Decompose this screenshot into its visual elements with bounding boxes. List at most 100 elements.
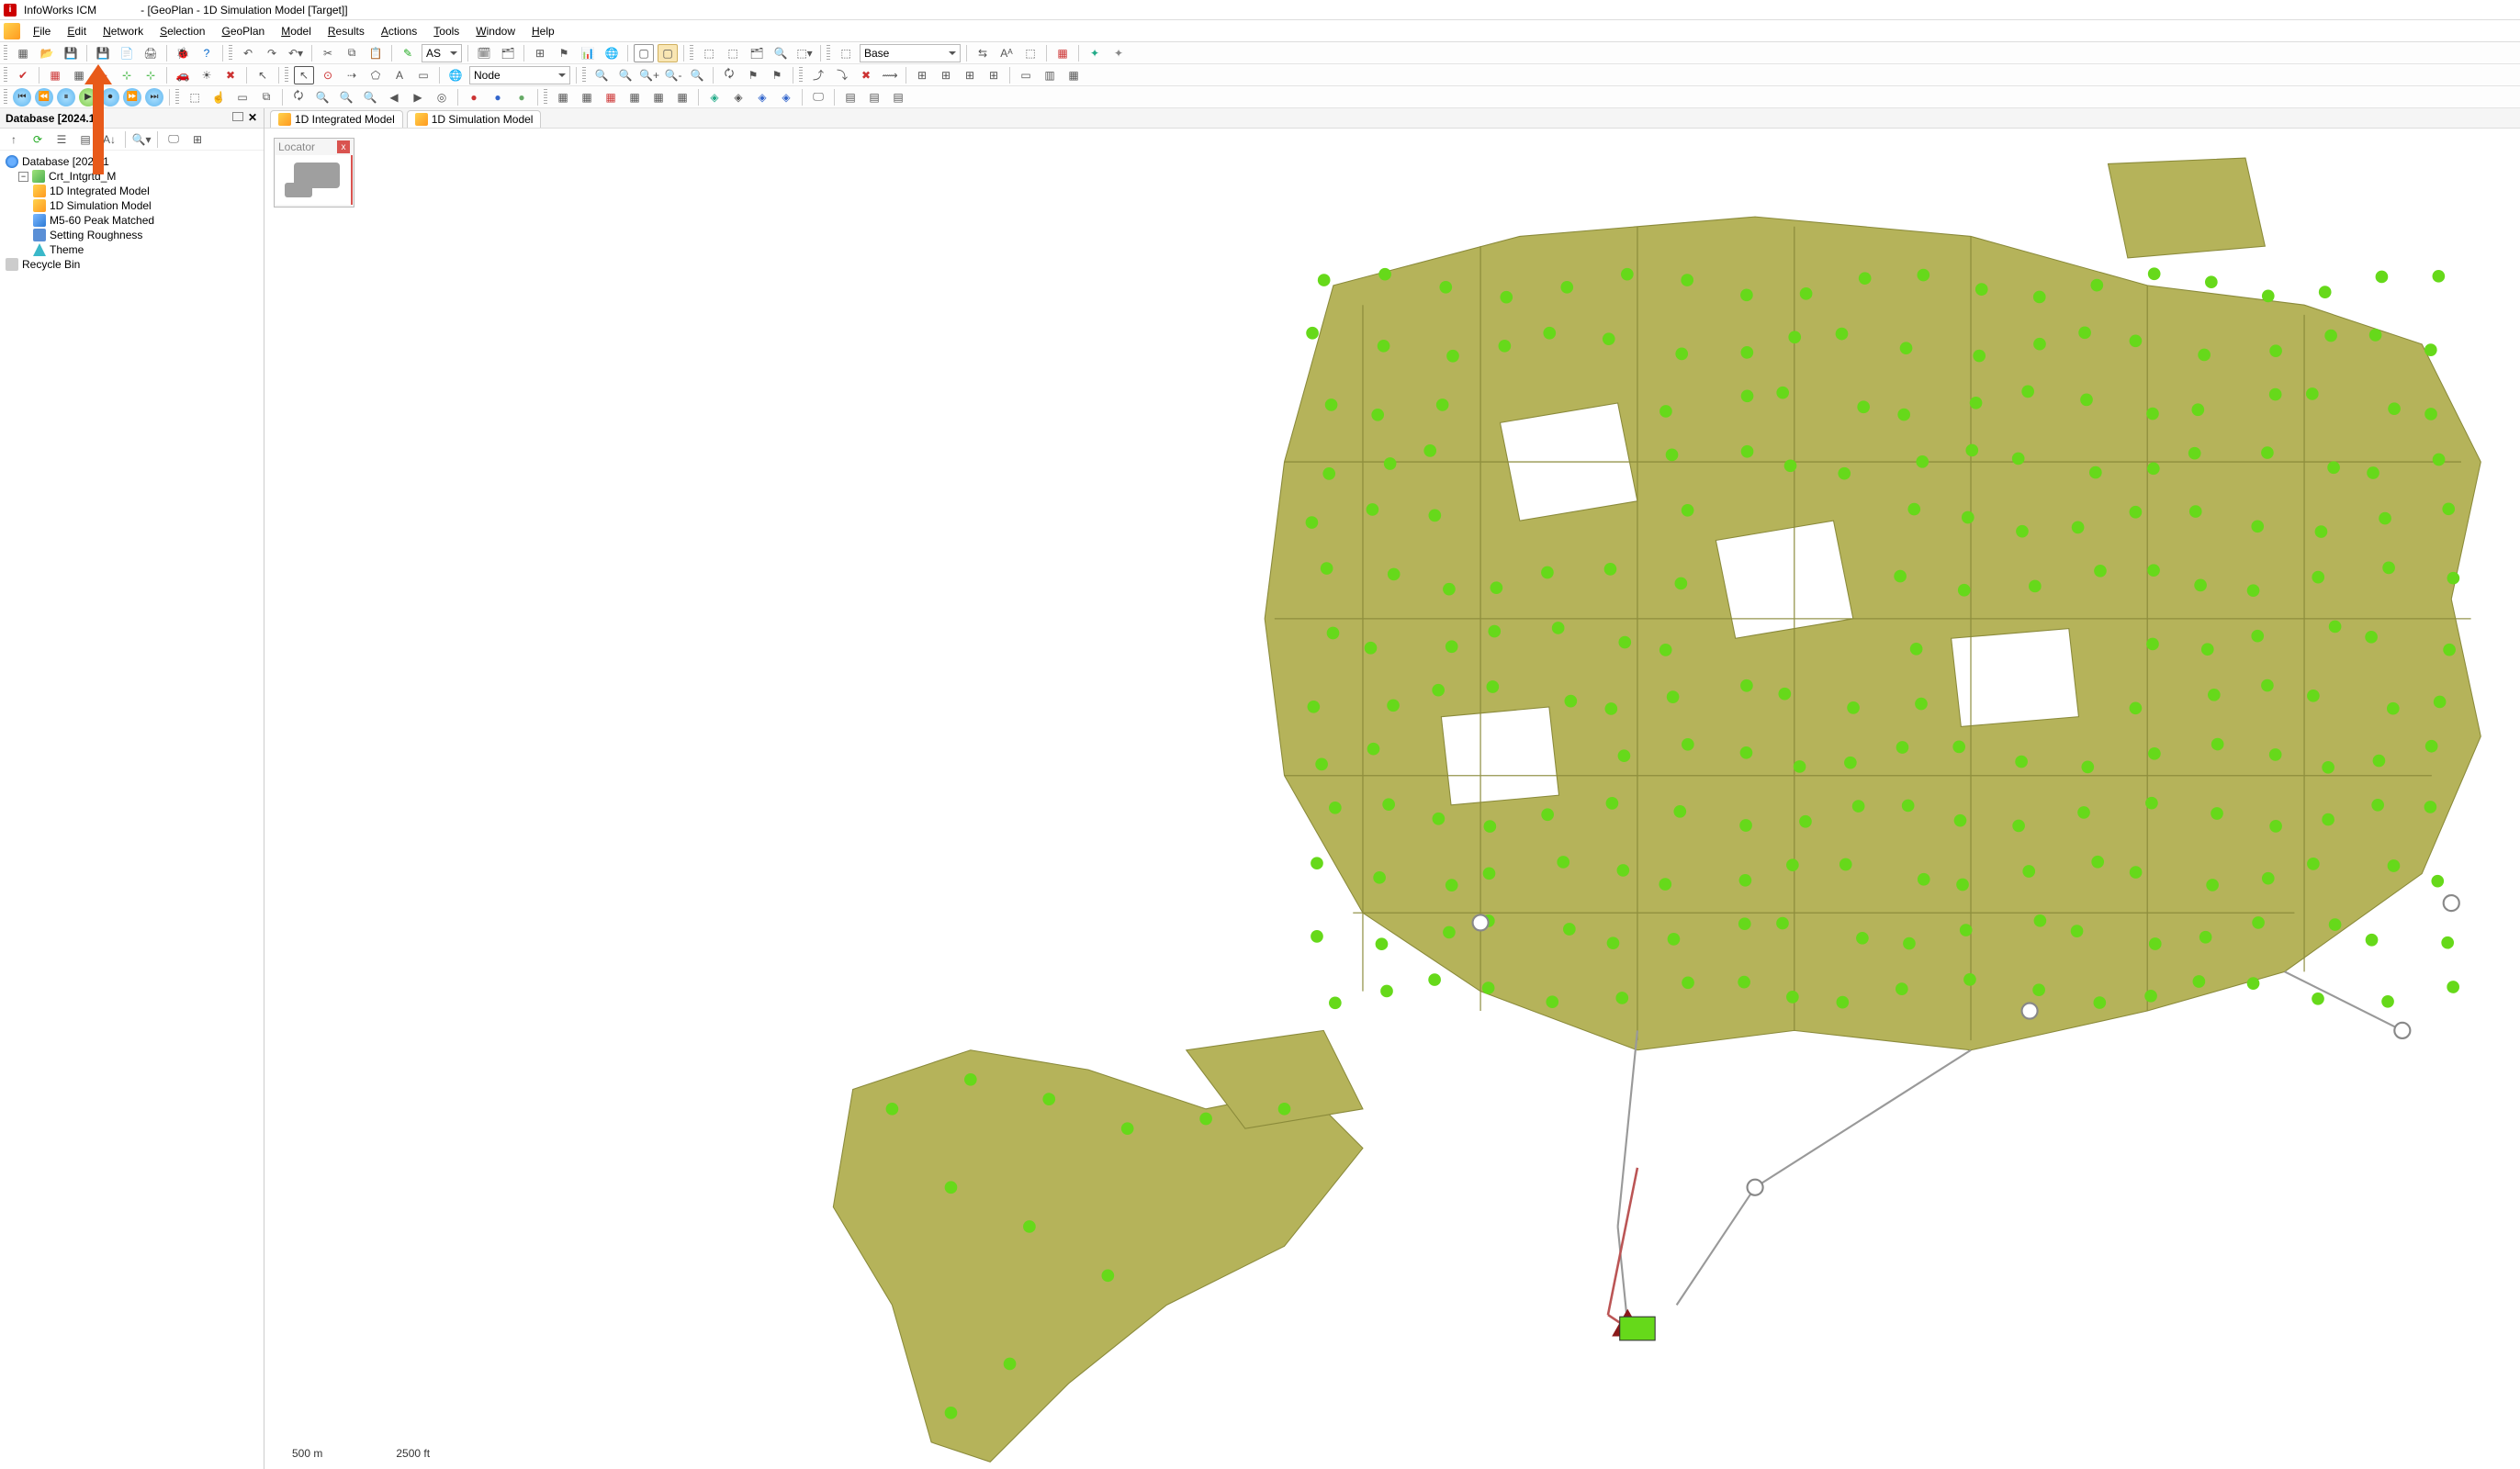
sel-box-icon[interactable]: ▭ <box>232 88 253 107</box>
loop-icon[interactable]: 🗘 <box>288 88 309 107</box>
zoom-c-icon[interactable]: 🔍 <box>360 88 380 107</box>
nav-left-icon[interactable]: ◀ <box>384 88 404 107</box>
flag-combo[interactable]: AS <box>422 44 462 62</box>
menu-edit[interactable]: Edit <box>60 23 94 39</box>
mesh1-icon[interactable]: ⊞ <box>912 66 932 84</box>
tree-group-icon[interactable]: ⊞ <box>187 130 208 149</box>
record-icon[interactable]: ⏺ <box>101 88 119 107</box>
cascade-icon[interactable]: 🗂 <box>747 44 767 62</box>
rewind-start-icon[interactable]: ⏮ <box>13 88 31 107</box>
zoom-a-icon[interactable]: 🔍 <box>312 88 332 107</box>
polygon-tool-icon[interactable]: ⊹ <box>141 66 161 84</box>
misc3-icon[interactable]: ▦ <box>1052 44 1073 62</box>
results-grid-icon[interactable]: ⊞ <box>530 44 550 62</box>
sun-icon[interactable]: ☀ <box>197 66 217 84</box>
map-view[interactable]: Locator x <box>264 129 2520 1469</box>
tree-integrated-model[interactable]: 1D Integrated Model <box>4 184 260 198</box>
zoom-sel-icon[interactable]: 🔍 <box>615 66 636 84</box>
menu-model[interactable]: Model <box>274 23 319 39</box>
help-icon[interactable]: ? <box>197 44 217 62</box>
save-icon[interactable]: 💾 <box>61 44 81 62</box>
validate-icon[interactable]: ✔ <box>13 66 33 84</box>
delete-icon[interactable]: ✖ <box>220 66 241 84</box>
forward-end-icon[interactable]: ⏭ <box>145 88 163 107</box>
run-sim-icon[interactable]: 🗂 <box>498 44 518 62</box>
menu-selection[interactable]: Selection <box>152 23 212 39</box>
misc2-icon[interactable]: ⬚ <box>1020 44 1041 62</box>
tree-sort-icon[interactable]: A↓ <box>99 130 119 149</box>
tree-monitor-icon[interactable]: 🖵 <box>163 130 184 149</box>
menu-network[interactable]: Network <box>96 23 151 39</box>
label-tool-icon[interactable]: ▭ <box>413 66 433 84</box>
highlight-icon[interactable]: ✎ <box>398 44 418 62</box>
tree-up-icon[interactable]: ↑ <box>4 130 24 149</box>
zoom-win-icon[interactable]: 🔍 <box>591 66 612 84</box>
new-icon[interactable]: ▦ <box>13 44 33 62</box>
layers-icon[interactable]: ⬚▾ <box>794 44 815 62</box>
misc5-icon[interactable]: ✦ <box>1108 44 1129 62</box>
collapse-icon[interactable]: − <box>18 172 28 182</box>
zoom-fit-icon[interactable]: 🔍 <box>771 44 791 62</box>
pause-icon[interactable]: ⏸ <box>57 88 75 107</box>
panel-close-icon[interactable]: ✕ <box>245 110 260 125</box>
results-globe-icon[interactable]: 🌐 <box>602 44 622 62</box>
open-icon[interactable]: 📂 <box>37 44 57 62</box>
app-menu-icon[interactable] <box>4 23 20 39</box>
overlay-4-icon[interactable]: ◈ <box>776 88 796 107</box>
mesh3-icon[interactable]: ⊞ <box>960 66 980 84</box>
dot2-icon[interactable]: ● <box>488 88 508 107</box>
select-node-icon[interactable]: ⊙ <box>318 66 338 84</box>
select-poly-icon[interactable]: ⬠ <box>366 66 386 84</box>
undo-icon[interactable]: ↶ <box>238 44 258 62</box>
dot3-icon[interactable]: ● <box>512 88 532 107</box>
flag2-icon[interactable]: ⚑ <box>743 66 763 84</box>
monitor-icon[interactable]: 🖵 <box>808 88 828 107</box>
tab-integrated-model[interactable]: 1D Integrated Model <box>270 110 403 128</box>
gridtool-2-icon[interactable]: ▦ <box>577 88 597 107</box>
tree-setting-roughness[interactable]: Setting Roughness <box>4 228 260 242</box>
tree-model-group[interactable]: − Crt_Intgrtd_M <box>4 169 260 184</box>
trace-clear-icon[interactable]: ✖ <box>856 66 876 84</box>
zoom-out-icon[interactable]: 🔍- <box>663 66 683 84</box>
saveas-icon[interactable]: 💾 <box>93 44 113 62</box>
results-chart-icon[interactable]: 📊 <box>578 44 598 62</box>
tile-vert-icon[interactable]: ⬚ <box>723 44 743 62</box>
print-icon[interactable]: 🖨 <box>141 44 161 62</box>
zoom-full-icon[interactable]: 🔍 <box>687 66 707 84</box>
copy-icon[interactable]: ⧉ <box>342 44 362 62</box>
alpha-icon[interactable]: Aᴬ <box>996 44 1017 62</box>
target-icon[interactable]: ◎ <box>432 88 452 107</box>
menu-tools[interactable]: Tools <box>426 23 467 39</box>
section2-icon[interactable]: ▥ <box>1040 66 1060 84</box>
section1-icon[interactable]: ▭ <box>1016 66 1036 84</box>
tree-theme[interactable]: Theme <box>4 242 260 257</box>
panel-2-icon[interactable]: ▤ <box>864 88 884 107</box>
grid2-icon[interactable]: ▦ <box>69 66 89 84</box>
gridtool-1-icon[interactable]: ▦ <box>553 88 573 107</box>
misc1-icon[interactable]: ⇆ <box>973 44 993 62</box>
gridtool-4-icon[interactable]: ▦ <box>624 88 645 107</box>
pointer-icon[interactable]: ↖ <box>253 66 273 84</box>
results-flag-icon[interactable]: ⚑ <box>554 44 574 62</box>
tree-simulation-model[interactable]: 1D Simulation Model <box>4 198 260 213</box>
panel-1-icon[interactable]: ▤ <box>840 88 861 107</box>
section3-icon[interactable]: ▦ <box>1063 66 1084 84</box>
trace-up-icon[interactable]: ⤴ <box>808 66 828 84</box>
menu-help[interactable]: Help <box>524 23 562 39</box>
overlay-1-icon[interactable]: ◈ <box>704 88 725 107</box>
overlay-3-icon[interactable]: ◈ <box>752 88 772 107</box>
trace-down-icon[interactable]: ⤵ <box>832 66 852 84</box>
geoplan-canvas[interactable]: 1D Integrated Model 1D Simulation Model … <box>264 108 2520 1469</box>
menu-geoplan[interactable]: GeoPlan <box>214 23 272 39</box>
grid1-icon[interactable]: ▦ <box>45 66 65 84</box>
panel-restore-icon[interactable] <box>232 112 243 121</box>
tree-peak-matched[interactable]: M5-60 Peak Matched <box>4 213 260 228</box>
page-border-icon[interactable]: ▢ <box>634 44 654 62</box>
commit-icon[interactable]: 📄 <box>117 44 137 62</box>
flag3-icon[interactable]: ⚑ <box>767 66 787 84</box>
misc4-icon[interactable]: ✦ <box>1085 44 1105 62</box>
panel-3-icon[interactable]: ▤ <box>888 88 908 107</box>
mesh2-icon[interactable]: ⊞ <box>936 66 956 84</box>
menu-actions[interactable]: Actions <box>374 23 424 39</box>
tree-database-root[interactable]: Database [2024.1 <box>4 154 260 169</box>
